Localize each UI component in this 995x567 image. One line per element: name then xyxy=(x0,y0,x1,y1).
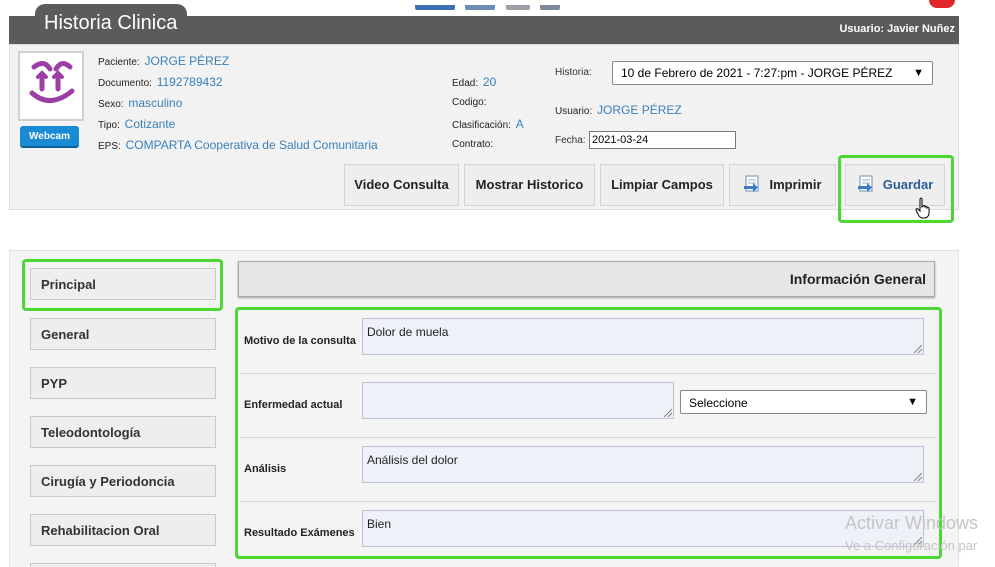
resultado-label: Resultado Exámenes xyxy=(244,527,355,539)
analisis-text: Análisis del dolor xyxy=(367,453,458,467)
save-document-icon xyxy=(857,175,873,192)
paciente-label: Paciente: xyxy=(98,57,140,68)
activation-watermark-subtitle: Ve a Configuración par xyxy=(845,538,978,553)
webcam-button[interactable]: Webcam xyxy=(20,126,79,148)
contrato-label: Contrato: xyxy=(452,139,494,150)
exit-icon[interactable] xyxy=(929,0,955,8)
eps-label: EPS: xyxy=(98,141,121,152)
fecha-label: Fecha: xyxy=(555,135,586,146)
document-arrow-icon xyxy=(744,175,759,192)
enfermedad-select-value: Seleccione xyxy=(689,396,748,410)
sexo-label: Sexo: xyxy=(98,99,124,110)
analisis-label: Análisis xyxy=(244,463,287,475)
paciente-value: JORGE PÉREZ xyxy=(144,54,230,68)
chevron-down-icon: ▼ xyxy=(913,67,924,79)
resultado-text: Bien xyxy=(367,517,392,531)
guardar-label: Guardar xyxy=(882,177,934,192)
eps-value: COMPARTA Cooperativa de Salud Comunitari… xyxy=(125,138,378,152)
logo-icon xyxy=(540,5,561,10)
activation-watermark-title: Activar Windows xyxy=(845,513,979,533)
imprimir-button[interactable]: Imprimir xyxy=(729,164,836,206)
limpiar-campos-button[interactable]: Limpiar Campos xyxy=(600,164,724,206)
edad-label: Edad: xyxy=(452,78,479,89)
sexo-field: Sexo: masculino xyxy=(98,96,182,110)
codigo-label: Codigo: xyxy=(452,97,487,108)
resize-grip-icon[interactable] xyxy=(664,409,672,417)
clasificacion-field: Clasificación: A xyxy=(452,117,524,131)
logo-icon xyxy=(505,5,530,10)
nav-item-cirugia-periodoncia[interactable]: Cirugía y Periodoncia xyxy=(30,465,216,497)
clasificacion-value: A xyxy=(515,117,524,131)
motivo-textarea[interactable]: Dolor de muela xyxy=(362,318,924,355)
section-title: Información General xyxy=(238,261,935,297)
clasificacion-label: Clasificación: xyxy=(452,120,511,131)
logo-icon xyxy=(415,5,455,10)
nav-item-teleodontologia[interactable]: Teleodontología xyxy=(30,416,216,448)
enfermedad-textarea[interactable] xyxy=(362,382,674,419)
video-consulta-button[interactable]: Video Consulta xyxy=(344,164,459,206)
enfermedad-select[interactable]: Seleccione ▼ xyxy=(680,390,927,414)
imprimir-label: Imprimir xyxy=(769,177,822,192)
documento-value: 1192789432 xyxy=(156,75,223,89)
motivo-label: Motivo de la consulta xyxy=(244,335,356,347)
nav-item-pyp[interactable]: PYP xyxy=(30,367,216,399)
eps-field: EPS: COMPARTA Cooperativa de Salud Comun… xyxy=(98,138,378,152)
usuario-field: Usuario: JORGE PÉREZ xyxy=(555,103,682,117)
documento-label: Documento: xyxy=(98,78,152,89)
motivo-text: Dolor de muela xyxy=(367,325,449,339)
edad-value: 20 xyxy=(482,75,497,89)
mostrar-historico-button[interactable]: Mostrar Historico xyxy=(464,164,595,206)
analisis-textarea[interactable]: Análisis del dolor xyxy=(362,446,924,483)
usuario-label: Usuario: xyxy=(555,106,593,117)
contrato-field: Contrato: xyxy=(452,139,493,150)
usuario-value: JORGE PÉREZ xyxy=(597,103,682,117)
tipo-value: Cotizante xyxy=(124,117,176,131)
page-title: Historia Clinica xyxy=(35,4,187,44)
paciente-field: Paciente: JORGE PÉREZ xyxy=(98,54,229,68)
patient-photo xyxy=(18,51,84,121)
enfermedad-label: Enfermedad actual xyxy=(244,399,343,411)
fecha-input[interactable]: 2021-03-24 xyxy=(589,131,736,149)
top-logos xyxy=(415,0,575,10)
nav-item-more[interactable] xyxy=(30,563,216,567)
historia-select[interactable]: 10 de Febrero de 2021 - 7:27:pm - JORGE … xyxy=(612,61,933,85)
resultado-textarea[interactable]: Bien xyxy=(362,510,924,547)
resize-grip-icon[interactable] xyxy=(914,473,922,481)
sexo-value: masculino xyxy=(128,96,183,110)
chevron-down-icon: ▼ xyxy=(907,396,918,408)
tipo-label: Tipo: xyxy=(98,120,120,131)
resize-grip-icon[interactable] xyxy=(914,345,922,353)
edad-field: Edad: 20 xyxy=(452,75,496,89)
logo-icon xyxy=(465,5,496,10)
hand-cursor-icon xyxy=(915,197,930,219)
avatar-icon xyxy=(29,61,75,103)
historia-label: Historia: xyxy=(555,67,592,78)
historia-select-value: 10 de Febrero de 2021 - 7:27:pm - JORGE … xyxy=(621,66,893,80)
nav-item-general[interactable]: General xyxy=(30,318,216,350)
header-user: Usuario: Javier Nuñez xyxy=(839,23,955,35)
nav-item-principal[interactable]: Principal xyxy=(30,268,216,300)
codigo-field: Codigo: xyxy=(452,97,486,108)
nav-item-rehabilitacion-oral[interactable]: Rehabilitacion Oral xyxy=(30,514,216,546)
documento-field: Documento: 1192789432 xyxy=(98,75,223,89)
tipo-field: Tipo: Cotizante xyxy=(98,117,175,131)
